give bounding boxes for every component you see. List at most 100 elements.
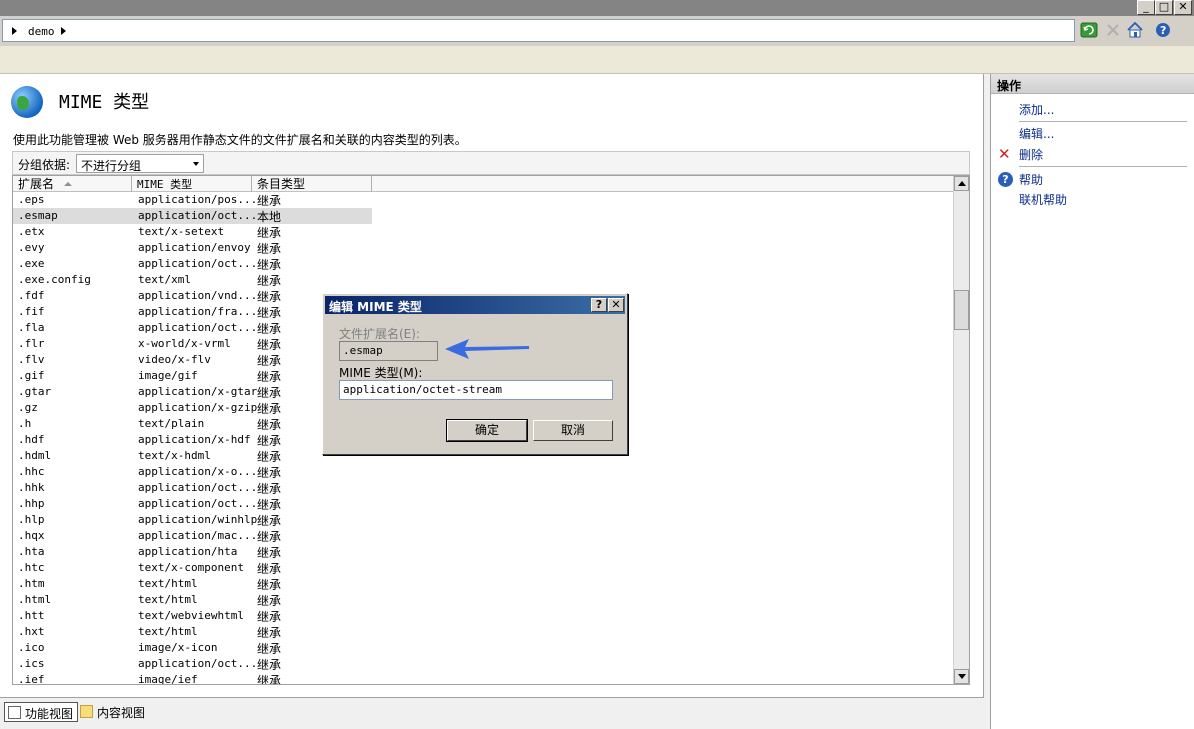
help-icon: ? bbox=[998, 172, 1013, 187]
dialog-title: 编辑 MIME 类型 bbox=[329, 300, 422, 314]
cell-extension: .hhc bbox=[18, 465, 45, 478]
cell-mime-type: x-world/x-vrml bbox=[138, 337, 231, 350]
table-row[interactable]: .esmap application/oct... 本地 bbox=[13, 208, 954, 224]
tab-features-view[interactable]: 功能视图 bbox=[4, 702, 79, 722]
breadcrumb-arrow-icon[interactable] bbox=[61, 27, 66, 35]
online-help-action[interactable]: 联机帮助 bbox=[1019, 191, 1067, 208]
scroll-up-button[interactable] bbox=[954, 176, 969, 191]
group-by-bar: 分组依据: 不进行分组 bbox=[12, 151, 970, 175]
tab-content-view[interactable]: 内容视图 bbox=[77, 702, 149, 722]
home-icon[interactable] bbox=[1125, 20, 1145, 40]
cell-extension: .eps bbox=[18, 193, 45, 206]
table-row[interactable]: .hhp application/oct... 继承 bbox=[13, 496, 954, 512]
group-by-select[interactable]: 不进行分组 bbox=[76, 154, 204, 173]
cell-mime-type: text/x-hdml bbox=[138, 449, 211, 462]
cell-entry-type: 继承 bbox=[257, 370, 282, 384]
cell-mime-type: application/x-gzip bbox=[138, 401, 258, 414]
ok-button[interactable]: 确定 bbox=[446, 419, 528, 442]
cell-extension: .ics bbox=[18, 657, 45, 670]
table-row[interactable]: .ief image/ief 继承 bbox=[13, 672, 954, 684]
features-view-icon bbox=[8, 706, 21, 719]
cancel-button[interactable]: 取消 bbox=[533, 420, 613, 441]
help-action[interactable]: 帮助 bbox=[1019, 171, 1043, 188]
help-dropdown-icon[interactable]: ? bbox=[1154, 20, 1174, 40]
dialog-close-button[interactable]: ✕ bbox=[608, 298, 624, 312]
cell-mime-type: text/plain bbox=[138, 417, 205, 430]
cell-entry-type: 继承 bbox=[257, 530, 282, 544]
column-header-label: MIME 类型 bbox=[137, 178, 193, 191]
cell-entry-type: 继承 bbox=[257, 546, 282, 560]
cell-mime-type: application/winhlp bbox=[138, 513, 258, 526]
cell-entry-type: 继承 bbox=[257, 450, 282, 464]
column-header-label: 扩展名 bbox=[18, 177, 55, 191]
table-row[interactable]: .hta application/hta 继承 bbox=[13, 544, 954, 560]
cell-entry-type: 继承 bbox=[257, 322, 282, 336]
address-bar[interactable]: demo bbox=[2, 19, 1075, 42]
cell-extension: .flv bbox=[18, 353, 45, 366]
divider bbox=[1019, 166, 1187, 167]
table-row[interactable]: .exe.config text/xml 继承 bbox=[13, 272, 954, 288]
cell-mime-type: application/oct... bbox=[138, 209, 258, 222]
table-row[interactable]: .hhk application/oct... 继承 bbox=[13, 480, 954, 496]
cell-extension: .htc bbox=[18, 561, 45, 574]
cell-mime-type: application/oct... bbox=[138, 657, 258, 670]
table-row[interactable]: .html text/html 继承 bbox=[13, 592, 954, 608]
cell-entry-type: 继承 bbox=[257, 626, 282, 640]
cell-entry-type: 继承 bbox=[257, 242, 282, 256]
cell-entry-type: 继承 bbox=[257, 562, 282, 576]
edit-action[interactable]: 编辑... bbox=[1019, 125, 1054, 142]
delete-action[interactable]: 删除 bbox=[1019, 146, 1043, 163]
table-row[interactable]: .ics application/oct... 继承 bbox=[13, 656, 954, 672]
cell-extension: .hhk bbox=[18, 481, 45, 494]
cell-extension: .gtar bbox=[18, 385, 52, 398]
cell-entry-type: 继承 bbox=[257, 354, 282, 368]
table-row[interactable]: .htc text/x-component 继承 bbox=[13, 560, 954, 576]
cell-entry-type: 本地 bbox=[257, 210, 282, 224]
scroll-down-button[interactable] bbox=[954, 669, 969, 684]
column-header-extension[interactable]: 扩展名 bbox=[13, 176, 132, 192]
refresh-icon[interactable] bbox=[1079, 20, 1099, 40]
group-by-label: 分组依据: bbox=[18, 158, 71, 172]
mime-type-field[interactable]: application/octet-stream bbox=[339, 380, 613, 400]
table-row[interactable]: .ico image/x-icon 继承 bbox=[13, 640, 954, 656]
table-row[interactable]: .etx text/x-setext 继承 bbox=[13, 224, 954, 240]
scrollbar-thumb[interactable] bbox=[954, 290, 969, 330]
maximize-button[interactable]: □ bbox=[1155, 0, 1173, 15]
cell-extension: .gz bbox=[18, 401, 38, 414]
breadcrumb-demo[interactable]: demo bbox=[28, 25, 55, 38]
table-row[interactable]: .hlp application/winhlp 继承 bbox=[13, 512, 954, 528]
cell-entry-type: 继承 bbox=[257, 482, 282, 496]
chevron-down-icon[interactable] bbox=[189, 155, 203, 172]
cell-extension: .h bbox=[18, 417, 32, 430]
cell-entry-type: 继承 bbox=[257, 578, 282, 592]
cell-extension: .exe bbox=[18, 257, 45, 270]
table-row[interactable]: .htm text/html 继承 bbox=[13, 576, 954, 592]
table-row[interactable]: .eps application/pos... 继承 bbox=[13, 192, 954, 208]
table-row[interactable]: .exe application/oct... 继承 bbox=[13, 256, 954, 272]
cell-extension: .hxt bbox=[18, 625, 45, 638]
table-row[interactable]: .hxt text/html 继承 bbox=[13, 624, 954, 640]
minimize-button[interactable]: _ bbox=[1137, 0, 1155, 15]
dialog-titlebar: 编辑 MIME 类型 ? ✕ bbox=[325, 296, 625, 314]
cell-mime-type: application/x-o... bbox=[138, 465, 258, 478]
cell-mime-type: application/oct... bbox=[138, 257, 258, 270]
table-row[interactable]: .evy application/envoy 继承 bbox=[13, 240, 954, 256]
close-window-button[interactable]: ✕ bbox=[1174, 0, 1192, 15]
cell-entry-type: 继承 bbox=[257, 386, 282, 400]
cell-extension: .htt bbox=[18, 609, 45, 622]
table-row[interactable]: .hhc application/x-o... 继承 bbox=[13, 464, 954, 480]
cell-extension: .html bbox=[18, 593, 52, 606]
table-row[interactable]: .hqx application/mac... 继承 bbox=[13, 528, 954, 544]
add-action[interactable]: 添加... bbox=[1019, 101, 1054, 118]
column-header-entry-type[interactable]: 条目类型 bbox=[252, 176, 372, 192]
column-header-mime-type[interactable]: MIME 类型 bbox=[132, 176, 252, 192]
svg-text:?: ? bbox=[1160, 24, 1166, 37]
table-row[interactable]: .htt text/webviewhtml 继承 bbox=[13, 608, 954, 624]
sort-ascending-icon bbox=[64, 182, 72, 186]
stop-icon[interactable] bbox=[1103, 20, 1123, 40]
cell-mime-type: application/fra... bbox=[138, 305, 258, 318]
cell-extension: .fla bbox=[18, 321, 45, 334]
vertical-scrollbar[interactable] bbox=[953, 176, 969, 684]
dialog-help-button[interactable]: ? bbox=[591, 298, 607, 312]
cell-extension: .ico bbox=[18, 641, 45, 654]
